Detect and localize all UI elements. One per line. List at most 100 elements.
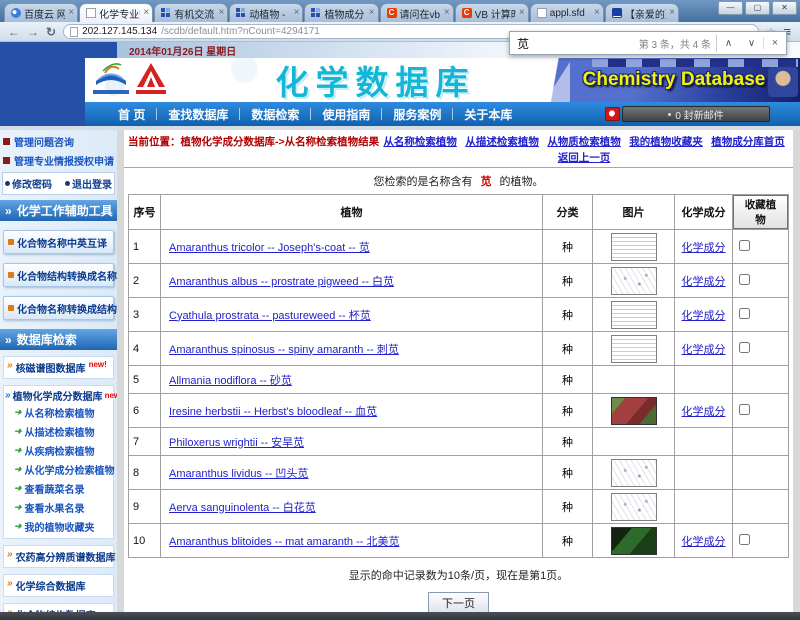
account-link[interactable]: 修改密码	[5, 176, 52, 191]
nav-item[interactable]: 服务案例	[382, 106, 452, 123]
maximize-button[interactable]: ▢	[745, 1, 770, 15]
sidebar-tool-button[interactable]: 化合物结构转换成名称	[3, 263, 117, 287]
favorite-checkbox[interactable]	[739, 533, 750, 545]
plant-thumbnail[interactable]	[610, 334, 657, 363]
browser-tab[interactable]: C VB 计算时 ×	[454, 3, 529, 22]
sidebar-sub-link[interactable]: ➜ 从化学成分检索植物	[5, 460, 115, 479]
browser-tab[interactable]: 【亲爱的】×	[604, 3, 679, 22]
favorite-checkbox[interactable]	[739, 307, 750, 319]
sidebar-db-link[interactable]: » 化学综合数据库	[3, 574, 114, 597]
browser-tab[interactable]: appl.sfd ×	[529, 3, 604, 22]
tab-close-icon[interactable]: ×	[519, 8, 525, 18]
sidebar-sub-link[interactable]: ➜ 查看蔬菜名录	[5, 479, 112, 498]
tab-close-icon[interactable]: ×	[669, 8, 675, 18]
sidebar-db-link[interactable]: » 核磁谱图数据库 new!	[3, 356, 114, 379]
sidebar-tool-button[interactable]: 化合物名称转换成结构	[3, 296, 117, 320]
plant-thumbnail[interactable]	[610, 526, 657, 555]
find-previous-icon[interactable]: ∧	[717, 38, 740, 49]
quick-link[interactable]: 植物成分库首页	[711, 134, 785, 149]
next-page-button[interactable]: 下一页	[428, 592, 489, 612]
plant-link[interactable]: Amaranthus lividus -- 凹头苋	[169, 468, 308, 480]
plant-thumbnail[interactable]	[610, 300, 657, 329]
sidebar-sub-link[interactable]: ➜ 查看水果名录	[5, 498, 112, 517]
forward-icon[interactable]: →	[27, 26, 39, 38]
quick-link[interactable]: 从名称检索植物	[383, 134, 457, 149]
chem-link[interactable]: 化学成分	[682, 276, 726, 288]
quick-link[interactable]: 我的植物收藏夹	[629, 134, 703, 149]
find-next-icon[interactable]: ∨	[740, 38, 763, 49]
sidebar-group-title[interactable]: »植物化学成分数据库new!	[5, 388, 117, 403]
reload-icon[interactable]: ↻	[46, 26, 56, 38]
sidebar-admin-link[interactable]: 管理专业情报授权申请	[0, 151, 117, 170]
nav-item[interactable]: 使用指南	[311, 106, 381, 123]
sidebar-sub-link[interactable]: ➜ 我的植物收藏夹	[5, 517, 112, 536]
chem-link[interactable]: 化学成分	[682, 406, 726, 418]
browser-tab[interactable]: 化学专业数×	[79, 3, 154, 22]
nav-item[interactable]: 关于本库	[453, 106, 523, 123]
plant-cell: Amaranthus lividus -- 凹头苋	[160, 455, 543, 490]
browser-tab[interactable]: 动植物 - ×	[229, 3, 304, 22]
find-close-icon[interactable]: ×	[763, 37, 786, 49]
tab-close-icon[interactable]: ×	[143, 8, 149, 18]
sidebar-sub-link[interactable]: ➜ 从描述检索植物	[5, 422, 112, 441]
tab-strip: 百度云 网×化学专业数×有机交流×动植物 -×植物成分×C请问在vb中×CVB …	[0, 0, 800, 22]
chem-link[interactable]: 化学成分	[682, 344, 726, 356]
chevrons-icon: »	[5, 203, 12, 218]
quick-link[interactable]: 从物质检索植物	[547, 134, 621, 149]
minimize-button[interactable]: —	[718, 1, 743, 15]
plant-link[interactable]: Amaranthus blitoides -- mat amaranth -- …	[169, 536, 399, 548]
plant-thumbnail[interactable]	[610, 232, 657, 261]
nav-item[interactable]: 首 页	[107, 106, 156, 123]
plant-thumbnail[interactable]	[610, 492, 657, 521]
favorite-checkbox[interactable]	[739, 239, 750, 251]
sidebar-sub-link[interactable]: ➜ 从疾病检索植物	[5, 441, 112, 460]
browser-tab[interactable]: 百度云 网 ×	[4, 3, 79, 22]
browser-tab[interactable]: C请问在vb中×	[379, 3, 454, 22]
image-cell	[592, 393, 675, 428]
tab-close-icon[interactable]: ×	[369, 8, 375, 18]
plant-link[interactable]: Amaranthus spinosus -- spiny amaranth --…	[169, 344, 399, 356]
account-link[interactable]: 退出登录	[65, 176, 112, 191]
plant-thumbnail[interactable]	[610, 396, 657, 425]
back-page-link[interactable]: 返回上一页	[558, 150, 611, 165]
tab-close-icon[interactable]: ×	[594, 8, 600, 18]
nav-item[interactable]: 数据检索	[240, 106, 310, 123]
find-input[interactable]: 苋	[510, 35, 639, 52]
plant-link[interactable]: Amaranthus tricolor -- Joseph's-coat -- …	[169, 242, 370, 254]
browser-tab[interactable]: 有机交流 ×	[154, 3, 229, 22]
mail-status[interactable]: 0 封新邮件	[622, 106, 770, 122]
plant-link[interactable]: Amaranthus albus -- prostrate pigweed --…	[169, 276, 394, 288]
close-button[interactable]: ✕	[772, 1, 797, 15]
plant-link[interactable]: Iresine herbstii -- Herbst's bloodleaf -…	[169, 406, 377, 418]
chem-link[interactable]: 化学成分	[682, 242, 726, 254]
plant-link[interactable]: Philoxerus wrightii -- 安旱苋	[169, 437, 304, 449]
nav-item[interactable]: 查找数据库	[157, 106, 239, 123]
favorite-checkbox[interactable]	[739, 403, 750, 415]
sidebar-tool-button[interactable]: 化合物名称中英互译	[3, 230, 114, 254]
sidebar-db-link[interactable]: »农药高分辨质谱数据库new!	[3, 545, 116, 568]
favorite-checkbox[interactable]	[739, 273, 750, 285]
plant-thumbnail[interactable]	[610, 458, 657, 487]
tab-close-icon[interactable]: ×	[294, 8, 300, 18]
back-icon[interactable]: ←	[8, 26, 20, 38]
sidebar-admin-link[interactable]: 管理问题咨询	[0, 132, 117, 151]
search-term: 苋	[480, 176, 492, 188]
quick-link[interactable]: 从描述检索植物	[465, 134, 539, 149]
plant-cell: Allmania nodiflora -- 砂苋	[160, 365, 543, 394]
sidebar-sub-link[interactable]: ➜ 从名称检索植物	[5, 403, 112, 422]
image-cell	[592, 427, 675, 456]
chem-link[interactable]: 化学成分	[682, 536, 726, 548]
chem-link[interactable]: 化学成分	[682, 310, 726, 322]
content-row: 管理问题咨询 管理专业情报授权申请 修改密码 退出登录 » 化学工作辅助工具 化合物名称中英…	[0, 130, 800, 612]
browser-tab[interactable]: 植物成分 ×	[304, 3, 379, 22]
plant-link[interactable]: Aerva sanguinolenta -- 白花苋	[169, 502, 316, 514]
sidebar-db-link[interactable]: »化合物结构数据库	[3, 603, 114, 612]
tab-close-icon[interactable]: ×	[218, 8, 224, 18]
plant-link[interactable]: Allmania nodiflora -- 砂苋	[169, 375, 292, 387]
favorite-checkbox[interactable]	[739, 341, 750, 353]
tab-close-icon[interactable]: ×	[68, 8, 74, 18]
favorite-header-button[interactable]: 收藏植物	[733, 195, 788, 229]
tab-close-icon[interactable]: ×	[444, 8, 450, 18]
plant-link[interactable]: Cyathula prostrata -- pastureweed -- 杯苋	[169, 310, 371, 322]
plant-thumbnail[interactable]	[610, 266, 657, 295]
